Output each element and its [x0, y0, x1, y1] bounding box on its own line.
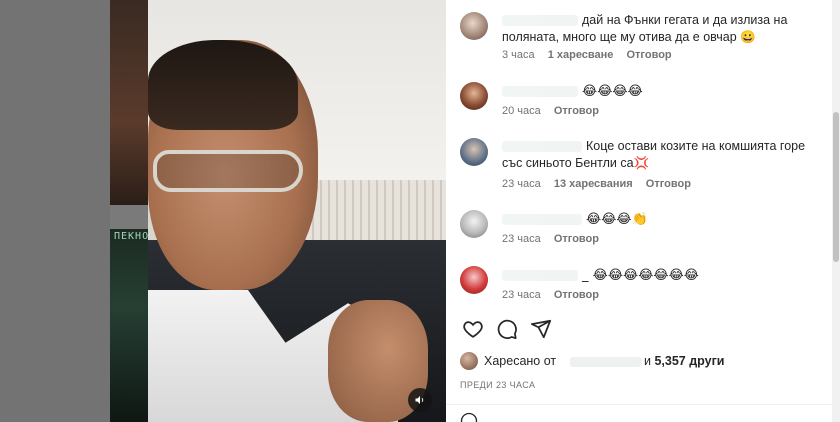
comment-text: 😂😂😂😂	[502, 83, 822, 100]
blurred-username[interactable]	[502, 141, 582, 153]
blurred-username[interactable]	[502, 86, 578, 98]
comment-time: 3 часа	[502, 49, 535, 61]
likes-summary: Харесано от и 5,357 други	[460, 352, 830, 372]
avatar[interactable]	[460, 12, 488, 40]
scrollbar-thumb[interactable]	[833, 112, 839, 262]
comment-text: дай на Фънки гегата и да излиза на полян…	[502, 13, 788, 44]
reply-button[interactable]: Отговор	[646, 178, 691, 190]
comment-meta: 3 часа 1 харесване Отговор	[502, 49, 682, 61]
send-icon	[530, 319, 552, 339]
likes-count-text[interactable]: и 5,357 други	[644, 354, 724, 368]
heart-icon	[463, 321, 483, 338]
video-fence	[298, 180, 446, 240]
comment-item: 😂😂😂😂 20 часа Отговор	[460, 82, 820, 122]
adjacent-post-preview-bottom[interactable]: ПЕКНО	[110, 229, 150, 422]
comment-time: 20 часа	[502, 105, 541, 117]
share-button[interactable]	[530, 318, 552, 340]
comment-meta: 23 часа Отговор	[502, 289, 609, 301]
blurred-username[interactable]	[502, 15, 578, 27]
comment-time: 23 часа	[502, 289, 541, 301]
background-left	[0, 0, 110, 422]
comment-meta: 23 часа Отговор	[502, 233, 609, 245]
comment-likes-link[interactable]: 13 харесвания	[554, 178, 633, 190]
comment-item: Коце остави козите на комшията горе със …	[460, 138, 820, 193]
liker-avatar[interactable]	[460, 352, 478, 370]
comment-text: 😂😂😂👏	[502, 211, 822, 228]
comment-text: Коце остави козите на комшията горе със …	[502, 139, 806, 170]
comment-item: 😂😂😂👏 23 часа Отговор	[460, 210, 820, 250]
like-button[interactable]	[462, 318, 484, 340]
divider	[446, 404, 832, 405]
reply-button[interactable]: Отговор	[554, 105, 599, 117]
avatar[interactable]	[460, 210, 488, 238]
comment-item: _ 😂😂😂😂😂😂😂 23 часа Отговор	[460, 266, 820, 306]
smile-icon	[460, 412, 478, 422]
screen: ПЕКНО дай на Фънки гегата и да излиза на…	[0, 0, 840, 422]
reply-button[interactable]: Отговор	[554, 233, 599, 245]
likes-prefix: Харесано от	[484, 354, 557, 368]
avatar[interactable]	[460, 138, 488, 166]
comment-button[interactable]	[496, 318, 518, 340]
adjacent-post-preview-top[interactable]	[110, 0, 150, 205]
video-player[interactable]	[148, 0, 446, 422]
scrollbar[interactable]	[832, 0, 840, 422]
post-timestamp[interactable]: ПРЕДИ 23 ЧАСА	[460, 380, 535, 390]
emoji-button[interactable]	[460, 412, 478, 422]
comment-icon	[497, 319, 517, 340]
avatar[interactable]	[460, 266, 488, 294]
adjacent-post-gap	[110, 205, 150, 229]
comment-likes-link[interactable]: 1 харесване	[548, 49, 614, 61]
comment-item: дай на Фънки гегата и да излиза на полян…	[460, 12, 820, 67]
comment-meta: 20 часа Отговор	[502, 105, 609, 117]
video-person-glasses	[153, 150, 303, 192]
mute-button[interactable]	[408, 388, 432, 412]
blurred-username[interactable]	[502, 270, 578, 282]
comment-text: _ 😂😂😂😂😂😂😂	[502, 267, 822, 284]
comment-meta: 23 часа 13 харесвания Отговор	[502, 178, 701, 190]
avatar[interactable]	[460, 82, 488, 110]
reply-button[interactable]: Отговор	[554, 289, 599, 301]
comments-panel: дай на Фънки гегата и да излиза на полян…	[446, 0, 840, 422]
blurred-liker-name[interactable]	[570, 357, 642, 367]
comment-time: 23 часа	[502, 233, 541, 245]
speaker-icon	[415, 396, 424, 404]
preview-tag: ПЕКНО	[114, 231, 150, 242]
blurred-username[interactable]	[502, 214, 582, 226]
reply-button[interactable]: Отговор	[626, 49, 671, 61]
video-person-hair	[148, 40, 298, 130]
comment-time: 23 часа	[502, 178, 541, 190]
